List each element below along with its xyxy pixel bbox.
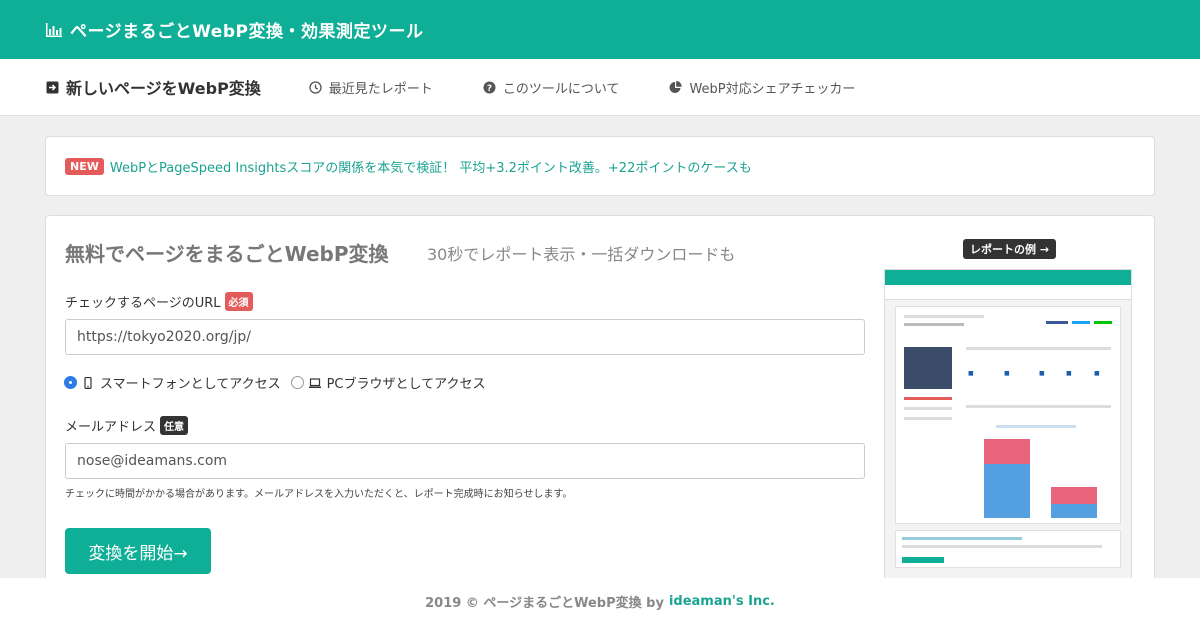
thumbnail-report-body: ■ ■ ■ ■ ■ <box>895 306 1121 524</box>
form-subtitle: 30秒でレポート表示・一括ダウンロードも <box>427 245 736 264</box>
radio-label: PCブラウザとしてアクセス <box>326 377 486 392</box>
thumbnail-stat: ■ <box>1094 370 1100 377</box>
nav-recent-reports[interactable]: 最近見たレポート <box>309 78 433 97</box>
url-input[interactable] <box>65 319 865 355</box>
announcement-banner: NEW WebPとPageSpeed Insightsスコアの関係を本気で検証！… <box>45 136 1155 196</box>
thumbnail-stat: ■ <box>1004 370 1010 377</box>
clock-icon <box>309 80 322 94</box>
mobile-icon <box>84 376 92 389</box>
thumbnail-stat: ■ <box>968 370 974 377</box>
thumbnail-bar <box>1051 504 1097 518</box>
footer: 2019 © ページまるごとWebP変換 by ideaman's Inc. <box>0 578 1200 624</box>
radio-button[interactable] <box>290 376 304 389</box>
thumbnail-header <box>885 270 1131 285</box>
email-label: メールアドレス <box>65 420 157 435</box>
thumbnail-line <box>966 405 1111 408</box>
top-header: ページまるごとWebP変換・効果測定ツール <box>0 0 1200 59</box>
thumbnail-line <box>904 397 952 400</box>
sign-in-icon <box>46 81 59 93</box>
required-badge: 必須 <box>224 292 253 311</box>
thumbnail-line <box>1094 321 1112 324</box>
thumbnail-line <box>904 417 952 420</box>
thumbnail-bar <box>984 464 1030 518</box>
example-report-badge[interactable]: レポートの例 → <box>963 239 1057 259</box>
thumbnail-line <box>902 537 1022 540</box>
radio-button-checked[interactable] <box>64 376 77 389</box>
footer-company-link[interactable]: ideaman's Inc. <box>669 594 775 609</box>
device-radio-group: スマートフォンとしてアクセス PCブラウザとしてアクセス <box>64 373 495 392</box>
radio-pc[interactable]: PCブラウザとしてアクセス <box>290 373 486 392</box>
thumbnail-stat: ■ <box>1066 370 1072 377</box>
url-label: チェックするページのURL <box>65 296 221 311</box>
thumbnail-line <box>966 347 1111 350</box>
thumbnail-nav <box>885 285 1131 300</box>
nav-share-checker[interactable]: WebP対応シェアチェッカー <box>669 78 855 97</box>
url-label-row: チェックするページのURL 必須 <box>65 292 253 311</box>
thumbnail-line <box>902 545 1102 548</box>
nav-bar: 新しいページをWebP変換 最近見たレポート ? このツールについて WebP対… <box>0 59 1200 116</box>
laptop-icon <box>308 377 321 388</box>
bar-chart-icon <box>46 22 62 37</box>
radio-label: スマートフォンとしてアクセス <box>100 377 281 392</box>
new-badge: NEW <box>65 157 104 175</box>
form-title: 無料でページをまるごとWebP変換 <box>65 242 389 266</box>
question-circle-icon: ? <box>483 81 496 94</box>
thumbnail-bar <box>984 439 1030 464</box>
nav-item-label: WebP対応シェアチェッカー <box>689 81 856 97</box>
nav-new-conversion[interactable]: 新しいページをWebP変換 <box>46 75 261 99</box>
thumbnail-bar <box>1051 487 1097 504</box>
thumbnail-line <box>1072 321 1090 324</box>
svg-text:?: ? <box>487 84 492 94</box>
thumbnail-line <box>904 407 952 410</box>
thumbnail-line <box>904 323 964 326</box>
thumbnail-line <box>904 315 984 318</box>
nav-item-label: 新しいページをWebP変換 <box>66 79 261 98</box>
nav-about[interactable]: ? このツールについて <box>483 78 620 97</box>
app-title[interactable]: ページまるごとWebP変換・効果測定ツール <box>70 17 423 42</box>
start-conversion-button[interactable]: 変換を開始→ <box>65 528 211 574</box>
pie-chart-icon <box>669 80 683 93</box>
email-label-row: メールアドレス 任意 <box>65 416 189 435</box>
thumbnail-line <box>996 425 1076 428</box>
nav-item-label: 最近見たレポート <box>328 81 433 97</box>
thumbnail-line <box>1046 321 1068 324</box>
nav-item-label: このツールについて <box>502 81 620 97</box>
thumbnail-lower-panel <box>895 530 1121 568</box>
thumbnail-stat: ■ <box>1039 370 1045 377</box>
announcement-link[interactable]: WebPとPageSpeed Insightsスコアの関係を本気で検証！ 平均+… <box>110 157 752 176</box>
example-report-thumbnail[interactable]: ■ ■ ■ ■ ■ <box>884 269 1132 589</box>
email-input[interactable] <box>65 443 865 479</box>
thumbnail-line <box>902 557 944 563</box>
conversion-form-card: 無料でページをまるごとWebP変換 30秒でレポート表示・一括ダウンロードも チ… <box>45 215 1155 595</box>
optional-badge: 任意 <box>160 416 189 435</box>
radio-smartphone[interactable]: スマートフォンとしてアクセス <box>64 373 281 392</box>
email-help-text: チェックに時間がかかる場合があります。メールアドレスを入力いただくと、レポート完… <box>65 489 573 500</box>
footer-copyright: 2019 © ページまるごとWebP変換 by <box>425 595 664 611</box>
thumbnail-screenshot <box>904 347 952 389</box>
